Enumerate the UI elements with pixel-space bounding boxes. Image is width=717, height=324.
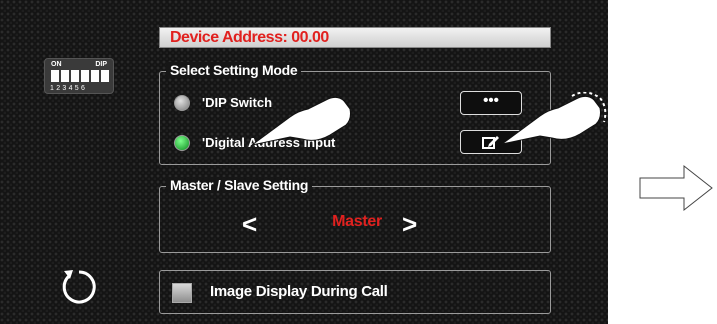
master-slave-title: Master / Slave Setting — [166, 177, 313, 193]
device-screen: ON DIP 123456 Device Address: 00.00 Sele… — [0, 0, 608, 324]
digital-address-radio[interactable] — [174, 135, 190, 151]
device-address-text: Device Address: 00.00 — [170, 29, 329, 46]
dip-switch — [51, 70, 59, 82]
dip-switch-icon: ON DIP 123456 — [44, 58, 114, 94]
select-setting-mode-title: Select Setting Mode — [166, 62, 302, 78]
back-rotate-icon[interactable] — [55, 262, 103, 310]
dip-switch-row — [51, 70, 109, 82]
image-display-label: Image Display During Call — [210, 283, 388, 300]
dip-switch — [81, 70, 89, 82]
dip-switch — [71, 70, 79, 82]
master-slave-value: Master — [332, 213, 382, 230]
dip-on-label: ON — [51, 61, 62, 68]
dip-switch-radio[interactable] — [174, 95, 190, 111]
pointing-hand-icon — [251, 96, 351, 146]
edit-icon — [482, 136, 499, 149]
next-mode-button[interactable]: > — [402, 211, 417, 237]
pointing-hand-icon — [501, 92, 607, 145]
dip-switch — [61, 70, 69, 82]
prev-mode-button[interactable]: < — [242, 211, 257, 237]
dip-switch — [91, 70, 99, 82]
dip-label: DIP — [95, 61, 107, 68]
dip-numbers: 123456 — [50, 85, 88, 92]
device-address-bar: Device Address: 00.00 — [159, 27, 551, 48]
image-display-checkbox[interactable] — [172, 283, 192, 303]
right-arrow-icon — [639, 164, 713, 212]
image-display-row[interactable]: Image Display During Call — [159, 270, 551, 314]
dip-switch — [101, 70, 109, 82]
master-slave-group: Master / Slave Setting < Master > — [159, 177, 551, 253]
